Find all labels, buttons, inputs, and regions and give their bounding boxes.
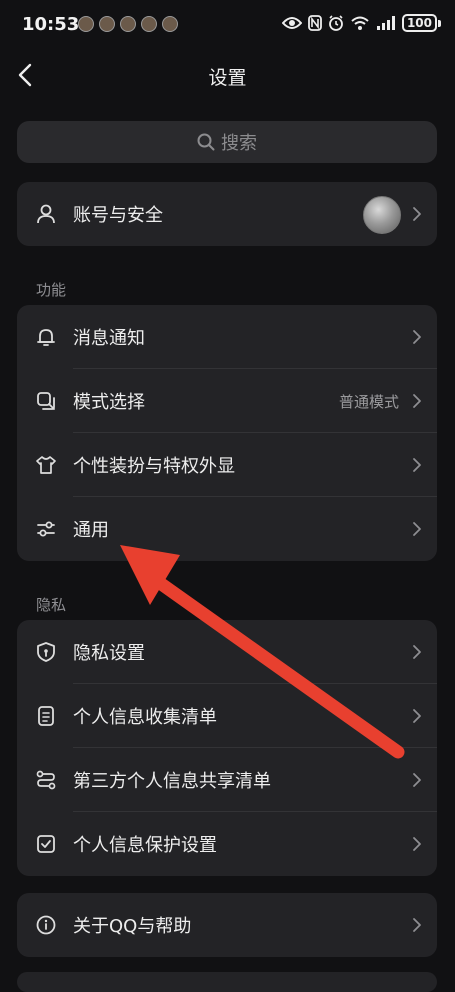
third-party-sharing-label: 第三方个人信息共享清单 [73,771,271,792]
wifi-icon [351,16,369,30]
privacy-card: 隐私设置 个人信息收集清单 第三方个人信息共享清单 个人信息保护设置 [17,620,437,876]
mode-selection-row[interactable]: 模式选择 普通模式 [17,369,437,433]
section-title-privacy: 隐私 [36,596,67,614]
mode-selection-label: 模式选择 [73,392,145,413]
privacy-settings-row[interactable]: 隐私设置 [17,620,437,684]
chevron-right-icon [413,522,421,536]
share-icon [36,770,56,790]
general-row[interactable]: 通用 [17,497,437,561]
info-protection-row[interactable]: 个人信息保护设置 [17,812,437,876]
next-card-partial [17,972,437,992]
user-icon [37,204,55,224]
about-help-row[interactable]: 关于QQ与帮助 [17,893,437,957]
chevron-right-icon [413,207,421,221]
privacy-settings-label: 隐私设置 [73,643,145,664]
account-security-row[interactable]: 账号与安全 [17,182,437,246]
avatar [363,196,401,234]
account-card: 账号与安全 [17,182,437,246]
section-title-function: 功能 [36,281,67,299]
signal-icon [376,16,395,30]
check-box-icon [37,835,55,853]
search-placeholder: 搜索 [221,133,257,154]
personal-style-label: 个性装扮与特权外显 [73,456,235,477]
bell-icon [37,329,55,346]
chevron-right-icon [413,837,421,851]
nfc-icon [308,15,322,31]
search-icon [197,133,215,151]
shield-icon [37,642,55,662]
battery-level: 100 [401,14,437,32]
sliders-icon [37,521,55,537]
general-label: 通用 [73,520,109,541]
personal-style-row[interactable]: 个性装扮与特权外显 [17,433,437,497]
info-collection-row[interactable]: 个人信息收集清单 [17,684,437,748]
page-title: 设置 [208,67,247,89]
app-icon-4 [141,16,157,32]
info-icon [36,915,56,935]
battery-tip [438,19,441,27]
info-protection-label: 个人信息保护设置 [73,835,217,856]
message-notification-label: 消息通知 [73,328,145,349]
mode-icon [37,392,55,410]
chevron-right-icon [413,709,421,723]
about-card: 关于QQ与帮助 [17,893,437,957]
info-collection-label: 个人信息收集清单 [73,707,217,728]
alarm-icon [329,15,343,31]
nav-bar: 设置 [0,50,455,100]
document-icon [38,706,54,726]
app-icon-1 [78,16,94,32]
app-icon-3 [120,16,136,32]
function-card: 消息通知 模式选择 普通模式 个性装扮与特权外显 通用 [17,305,437,561]
status-bar: 10:53 100 [0,0,455,50]
app-icon-5 [162,16,178,32]
chevron-right-icon [413,330,421,344]
app-icon-2 [99,16,115,32]
mode-selection-value: 普通模式 [338,392,399,411]
eye-icon [281,17,302,29]
about-help-label: 关于QQ与帮助 [73,916,192,937]
chevron-right-icon [413,918,421,932]
account-security-label: 账号与安全 [73,205,163,226]
search-bar[interactable]: 搜索 [17,121,437,163]
chevron-right-icon [413,458,421,472]
chevron-right-icon [413,773,421,787]
status-time: 10:53 [22,14,80,35]
chevron-right-icon [413,394,421,408]
tshirt-icon [36,456,56,474]
message-notification-row[interactable]: 消息通知 [17,305,437,369]
chevron-right-icon [413,645,421,659]
third-party-sharing-row[interactable]: 第三方个人信息共享清单 [17,748,437,812]
battery-indicator: 100 [401,14,441,32]
